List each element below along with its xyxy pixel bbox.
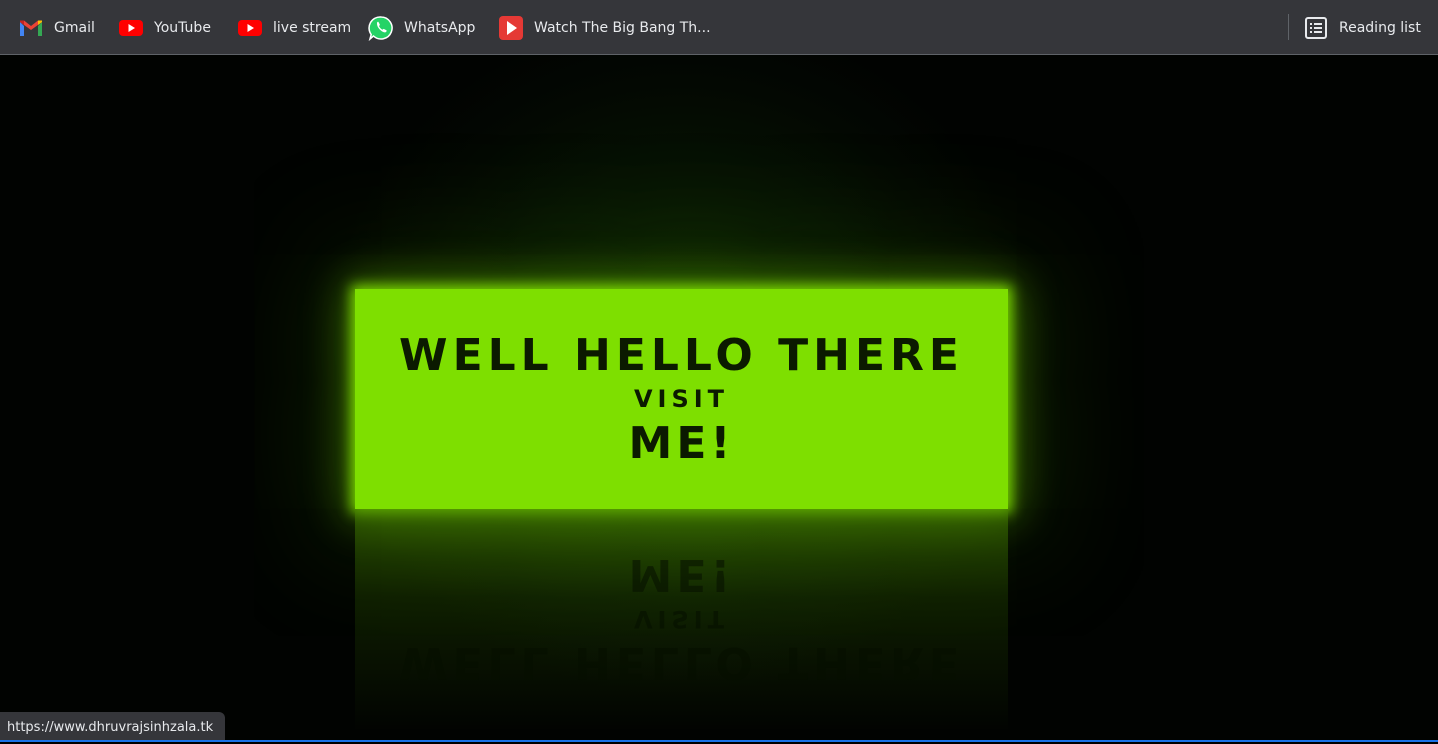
bookmark-whatsapp[interactable]: WhatsApp (368, 14, 475, 42)
play-icon (498, 15, 524, 41)
neon-link-box[interactable]: WELL HELLO THERE VISIT ME! (355, 289, 1008, 509)
bookmark-label: live stream (273, 20, 352, 36)
youtube-icon (237, 15, 263, 41)
bookmarks-bar: Gmail YouTube live stream WhatsApp Watch… (0, 0, 1438, 55)
bookmark-live-stream[interactable]: live stream (237, 14, 351, 42)
whatsapp-icon (368, 15, 394, 41)
hero-line-2: VISIT (633, 385, 730, 413)
neon-box-reflection: WELL HELLO THERE VISIT ME! (355, 509, 1008, 729)
youtube-icon (118, 15, 144, 41)
hero-line-1: WELL HELLO THERE (399, 330, 964, 381)
bookmark-label: Watch The Big Bang Th... (534, 20, 711, 36)
reading-list-button[interactable]: Reading list (1303, 14, 1421, 42)
reflection-line-3: ME! (628, 549, 735, 600)
bookmark-big-bang[interactable]: Watch The Big Bang Th... (498, 14, 711, 42)
bookmark-label: WhatsApp (404, 20, 476, 36)
bookmark-gmail[interactable]: Gmail (18, 14, 95, 42)
bookmark-label: YouTube (154, 20, 211, 36)
gmail-icon (18, 15, 44, 41)
hero-line-3: ME! (628, 418, 735, 469)
bookmark-youtube[interactable]: YouTube (118, 14, 211, 42)
reflection-line-2: VISIT (633, 605, 730, 633)
page-content: WELL HELLO THERE VISIT ME! WELL HELLO TH… (0, 55, 1438, 742)
status-bar-url: https://www.dhruvrajsinhzala.tk (0, 712, 226, 742)
bookmark-label: Gmail (54, 20, 95, 36)
bookmarks-divider (1288, 14, 1289, 40)
reading-list-icon (1303, 15, 1329, 41)
reflection-line-1: WELL HELLO THERE (399, 637, 964, 688)
reading-list-label: Reading list (1339, 20, 1421, 36)
